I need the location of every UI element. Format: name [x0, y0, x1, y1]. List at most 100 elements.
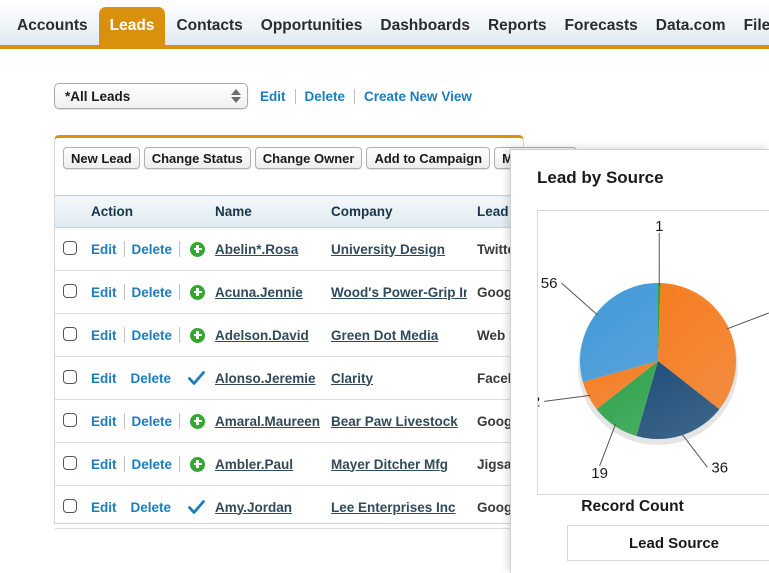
- delete-view-link[interactable]: Delete: [305, 89, 346, 104]
- change-status-button[interactable]: Change Status: [143, 147, 251, 169]
- row-edit-link[interactable]: Edit: [91, 242, 117, 257]
- row-company-cell: Green Dot Media: [321, 313, 467, 357]
- row-company-link[interactable]: Mayer Ditcher Mfg: [331, 457, 448, 472]
- divider: [179, 241, 180, 257]
- row-select-cell: [55, 442, 81, 486]
- pie-chart-svg: 16736191256: [538, 218, 769, 482]
- row-checkbox[interactable]: [63, 455, 77, 470]
- row-checkbox[interactable]: [63, 412, 77, 427]
- row-name-link[interactable]: Abelin*.Rosa: [215, 242, 298, 257]
- row-delete-link[interactable]: Delete: [131, 328, 172, 343]
- leads-list-panel: New Lead Change Status Change Owner Add …: [54, 135, 578, 529]
- row-checkbox[interactable]: [63, 240, 77, 255]
- row-edit-link[interactable]: Edit: [91, 500, 117, 515]
- tab-dashboards[interactable]: Dashboards: [371, 17, 479, 47]
- tab-datacom[interactable]: Data.com: [647, 17, 735, 47]
- row-company-link[interactable]: Green Dot Media: [331, 328, 438, 343]
- edit-view-link[interactable]: Edit: [260, 89, 286, 104]
- divider: [179, 456, 180, 472]
- row-company-link[interactable]: Clarity: [331, 371, 373, 386]
- pie-label-leader-line: [726, 312, 769, 330]
- check-icon[interactable]: [188, 499, 205, 515]
- list-view-select-value: *All Leads: [65, 88, 131, 104]
- tab-files[interactable]: Files: [735, 17, 769, 47]
- row-name-link[interactable]: Adelson.David: [215, 328, 309, 343]
- row-name-link[interactable]: Ambler.Paul: [215, 457, 293, 472]
- row-name-cell: Alonso.Jeremie: [205, 356, 321, 400]
- row-edit-link[interactable]: Edit: [91, 371, 117, 386]
- row-name-link[interactable]: Alonso.Jeremie: [215, 371, 316, 386]
- row-action-links: Edit Delete: [91, 284, 205, 300]
- pie-label-leader-line: [680, 433, 708, 468]
- page-body: *All Leads Edit Delete Create New View N…: [0, 49, 769, 573]
- chart-value-axis-label: Record Count: [581, 498, 684, 515]
- column-header-select[interactable]: [55, 195, 81, 228]
- tab-accounts[interactable]: Accounts: [8, 17, 97, 47]
- row-action-cell: Edit Delete: [81, 227, 205, 271]
- list-toolbar: New Lead Change Status Change Owner Add …: [63, 147, 578, 169]
- row-name-cell: Amaral.Maureen: [205, 399, 321, 443]
- add-to-campaign-button[interactable]: Add to Campaign: [366, 147, 491, 169]
- row-action-links: Edit Delete: [91, 241, 205, 257]
- row-checkbox[interactable]: [63, 369, 77, 384]
- row-delete-link[interactable]: Delete: [131, 500, 172, 515]
- row-edit-link[interactable]: Edit: [91, 285, 117, 300]
- row-company-cell: Bear Paw Livestock: [321, 399, 467, 443]
- row-company-link[interactable]: Wood's Power-Grip Inc: [331, 285, 467, 300]
- tab-forecasts[interactable]: Forecasts: [556, 17, 647, 47]
- new-lead-button[interactable]: New Lead: [63, 147, 140, 169]
- table-header: Action Name Company Lead Sour: [55, 195, 563, 228]
- row-name-cell: Abelin*.Rosa: [205, 227, 321, 271]
- table-row: Edit Delete Amy.Jordan Lee Enterprises Inc G…: [55, 485, 563, 529]
- row-company-link[interactable]: Bear Paw Livestock: [331, 414, 458, 429]
- tab-reports[interactable]: Reports: [479, 17, 556, 47]
- row-edit-link[interactable]: Edit: [91, 328, 117, 343]
- column-header-action[interactable]: Action: [81, 195, 205, 228]
- row-name-cell: Amy.Jordan: [205, 485, 321, 529]
- plus-circle-icon[interactable]: [190, 456, 205, 472]
- row-action-links: Edit Delete: [91, 413, 205, 429]
- row-checkbox[interactable]: [63, 283, 77, 298]
- divider: [354, 88, 356, 104]
- row-edit-link[interactable]: Edit: [91, 414, 117, 429]
- plus-circle-icon[interactable]: [190, 284, 205, 300]
- row-company-cell: Clarity: [321, 356, 467, 400]
- table-body: Edit Delete Abelin*.Rosa University Design T…: [55, 227, 563, 529]
- chart-legend-label: Lead Source: [628, 534, 720, 552]
- row-checkbox[interactable]: [63, 498, 77, 513]
- row-select-cell: [55, 270, 81, 314]
- row-edit-link[interactable]: Edit: [91, 457, 117, 472]
- plus-circle-icon[interactable]: [190, 241, 205, 257]
- row-delete-link[interactable]: Delete: [131, 457, 172, 472]
- row-delete-link[interactable]: Delete: [131, 285, 172, 300]
- table-row: Edit Delete Alonso.Jeremie Clarity Facebook: [55, 356, 563, 400]
- row-name-link[interactable]: Amaral.Maureen: [215, 414, 320, 429]
- row-name-link[interactable]: Amy.Jordan: [215, 500, 292, 515]
- pie-label-leader-line: [599, 423, 617, 467]
- column-header-company[interactable]: Company: [321, 195, 467, 228]
- row-name-link[interactable]: Acuna.Jennie: [215, 285, 303, 300]
- row-delete-link[interactable]: Delete: [131, 414, 172, 429]
- pie-slice-value-label: 56: [541, 275, 558, 292]
- change-owner-button[interactable]: Change Owner: [254, 147, 363, 169]
- divider: [123, 456, 125, 472]
- row-delete-link[interactable]: Delete: [131, 371, 172, 386]
- row-checkbox[interactable]: [63, 326, 77, 341]
- divider: [123, 413, 125, 429]
- list-view-select[interactable]: *All Leads: [54, 83, 248, 109]
- plus-circle-icon[interactable]: [190, 413, 205, 429]
- row-company-link[interactable]: University Design: [331, 242, 445, 257]
- tab-leads[interactable]: Leads: [98, 6, 166, 46]
- create-new-view-link[interactable]: Create New View: [364, 89, 472, 104]
- row-action-cell: Edit Delete: [81, 399, 205, 443]
- row-company-cell: Mayer Ditcher Mfg: [321, 442, 467, 486]
- plus-circle-icon[interactable]: [190, 327, 205, 343]
- column-header-name[interactable]: Name: [205, 195, 321, 228]
- row-delete-link[interactable]: Delete: [131, 242, 172, 257]
- tab-opportunities[interactable]: Opportunities: [252, 17, 372, 47]
- row-action-cell: Edit Delete: [81, 356, 205, 400]
- row-action-cell: Edit Delete: [81, 485, 205, 529]
- tab-contacts[interactable]: Contacts: [167, 17, 251, 47]
- check-icon[interactable]: [188, 370, 205, 386]
- row-company-link[interactable]: Lee Enterprises Inc: [331, 500, 456, 515]
